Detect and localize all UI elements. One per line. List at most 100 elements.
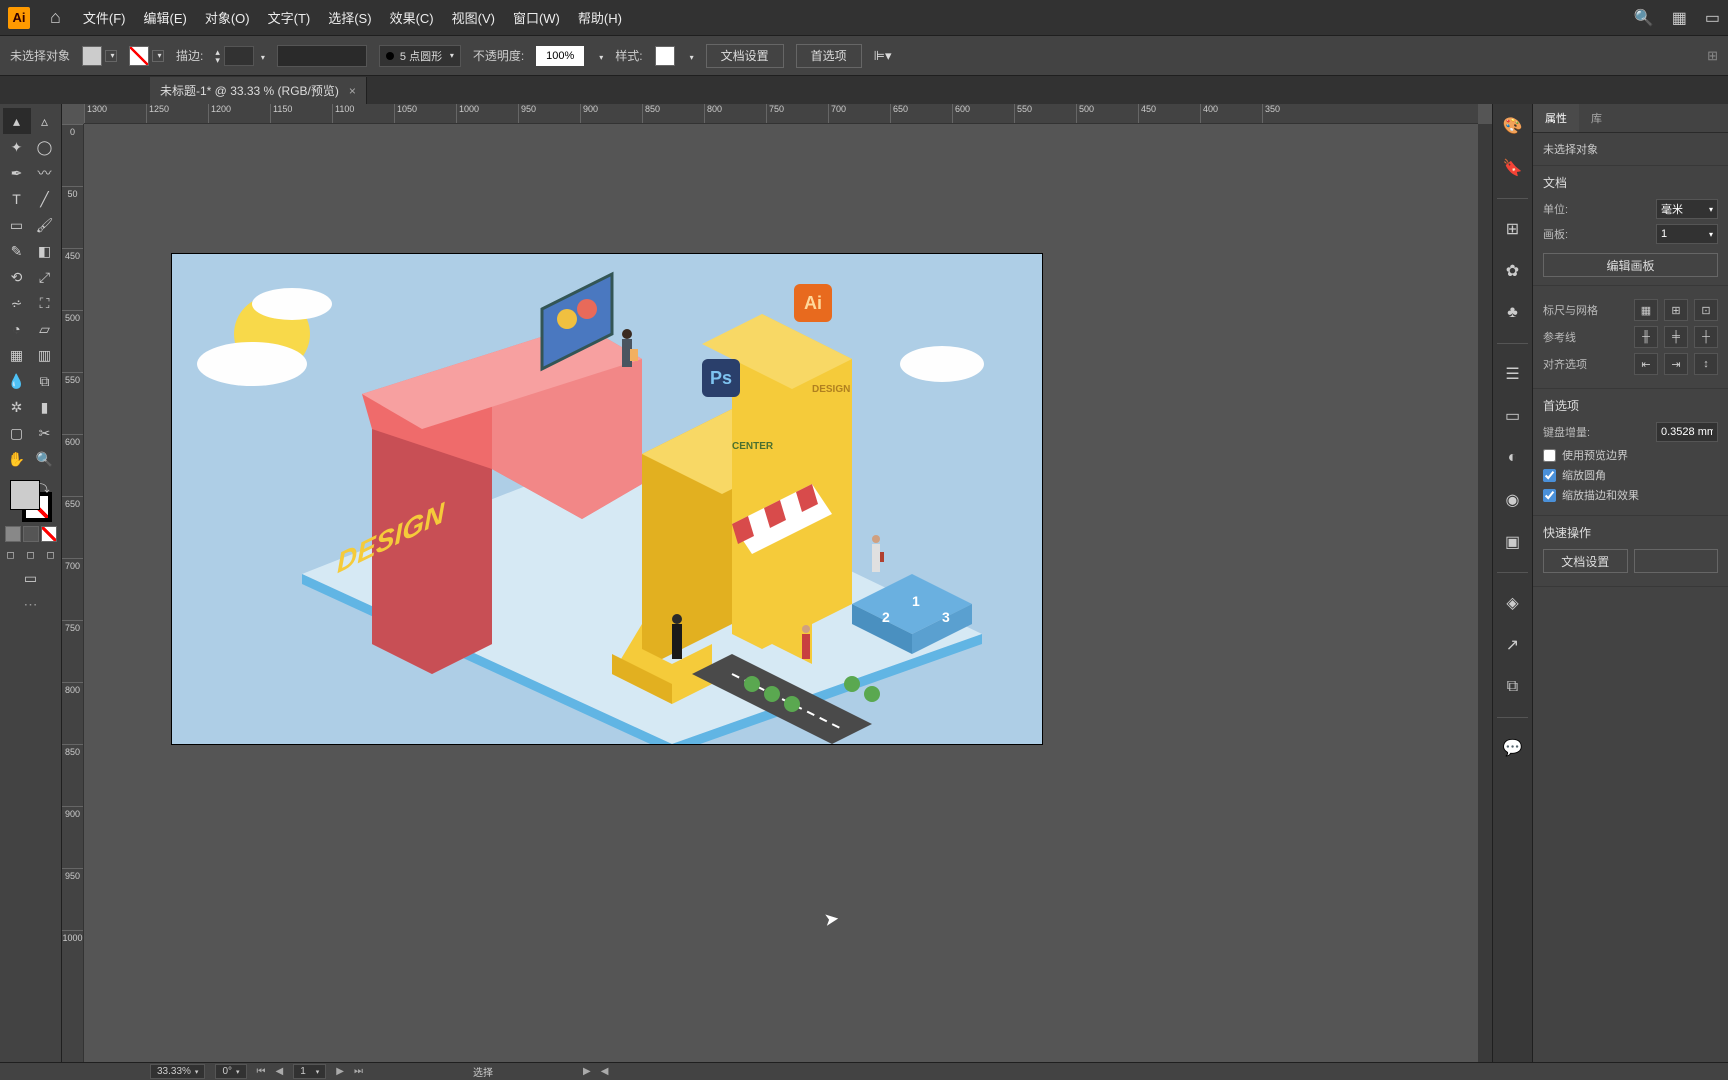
grid-toggle-icon[interactable]: ⊞	[1664, 299, 1688, 321]
style-drop[interactable]	[687, 49, 694, 63]
tab-properties[interactable]: 属性	[1533, 104, 1579, 132]
draw-behind-icon[interactable]: ◻	[22, 546, 40, 564]
transparency-panel-icon[interactable]: ◐	[1501, 446, 1525, 470]
artboard-tool[interactable]: ▢	[3, 420, 31, 446]
paintbrush-tool[interactable]: 🖌	[31, 212, 59, 238]
align-3-icon[interactable]: ↕	[1694, 353, 1718, 375]
preferences-button[interactable]: 首选项	[796, 44, 862, 68]
opacity-drop[interactable]	[596, 49, 603, 63]
layers-panel-icon[interactable]: ◈	[1501, 591, 1525, 615]
width-tool[interactable]: ⩫	[3, 290, 31, 316]
opacity-input[interactable]	[536, 46, 584, 66]
align-icon[interactable]: ⊫▾	[874, 48, 892, 64]
curvature-tool[interactable]: 〰	[31, 160, 59, 186]
magic-wand-tool[interactable]: ✦	[3, 134, 31, 160]
scale-strokes-checkbox[interactable]: 缩放描边和效果	[1543, 487, 1718, 503]
stroke-weight-input[interactable]	[224, 46, 254, 66]
swap-fill-stroke-icon[interactable]: ⤵	[40, 480, 50, 495]
vertical-scrollbar[interactable]	[1478, 124, 1492, 1062]
menu-edit[interactable]: 编辑(E)	[141, 4, 188, 31]
stroke-weight-drop[interactable]	[258, 49, 265, 63]
menu-object[interactable]: 对象(O)	[203, 4, 252, 31]
doc-setup-button[interactable]: 文档设置	[706, 44, 784, 68]
guides-show-icon[interactable]: ╫	[1634, 326, 1658, 348]
brushes-panel-icon[interactable]: ⊞	[1501, 217, 1525, 241]
asset-export-icon[interactable]: ↗	[1501, 633, 1525, 657]
column-graph-tool[interactable]: ▮	[31, 394, 59, 420]
menu-effect[interactable]: 效果(C)	[388, 4, 436, 31]
eyedropper-tool[interactable]: 💧	[3, 368, 31, 394]
gradient-mode-icon[interactable]	[23, 526, 39, 542]
edit-toolbar-icon[interactable]: ⋯	[24, 596, 38, 613]
zoom-field[interactable]: 33.33% ▾	[150, 1064, 205, 1079]
prev-artboard-icon[interactable]: ◀	[276, 1066, 284, 1077]
transform-panel-icon[interactable]: ⊞	[1707, 48, 1718, 64]
symbol-sprayer-tool[interactable]: ✲	[3, 394, 31, 420]
ruler-toggle-icon[interactable]: ▦	[1634, 299, 1658, 321]
keyboard-inc-input[interactable]	[1656, 422, 1718, 442]
mesh-tool[interactable]: ▦	[3, 342, 31, 368]
smart-guides-icon[interactable]: ┼	[1694, 326, 1718, 348]
stroke-dropdown[interactable]	[152, 50, 164, 62]
scale-tool[interactable]: ⤢	[31, 264, 59, 290]
menu-help[interactable]: 帮助(H)	[576, 4, 624, 31]
stroke-panel-icon[interactable]: ♣	[1501, 301, 1525, 325]
align-2-icon[interactable]: ⇥	[1664, 353, 1688, 375]
brush-select[interactable]: 5 点圆形 ▾	[379, 45, 461, 67]
rectangle-tool[interactable]: ▭	[3, 212, 31, 238]
pen-tool[interactable]: ✒	[3, 160, 31, 186]
direct-selection-tool[interactable]: ▵	[31, 108, 59, 134]
tab-library[interactable]: 库	[1579, 104, 1614, 132]
document-tab[interactable]: 未标题-1* @ 33.33 % (RGB/预览) ×	[150, 77, 367, 104]
blend-tool[interactable]: ⧉	[31, 368, 59, 394]
guides-lock-icon[interactable]: ╪	[1664, 326, 1688, 348]
appearance-panel-icon[interactable]: ◉	[1501, 488, 1525, 512]
selection-tool[interactable]: ▴	[3, 108, 31, 134]
menu-view[interactable]: 视图(V)	[450, 4, 497, 31]
graphic-styles-icon[interactable]: ▣	[1501, 530, 1525, 554]
arrange-icon[interactable]: ▦	[1672, 8, 1687, 28]
edit-artboard-button[interactable]: 编辑画板	[1543, 253, 1718, 277]
stroke-swatch[interactable]	[129, 46, 149, 66]
fill-stroke-control[interactable]: ⤵	[10, 480, 52, 522]
lasso-tool[interactable]: ◯	[31, 134, 59, 160]
rotate-tool[interactable]: ⟲	[3, 264, 31, 290]
fill-dropdown[interactable]	[105, 50, 117, 62]
variable-width-profile[interactable]	[277, 45, 367, 67]
gradient-panel-icon[interactable]: ▭	[1501, 404, 1525, 428]
type-tool[interactable]: T	[3, 186, 31, 212]
slice-tool[interactable]: ✂	[31, 420, 59, 446]
artboard-nav-field[interactable]: 1 ▾	[293, 1064, 326, 1079]
style-swatch[interactable]	[655, 46, 675, 66]
color-mode-icon[interactable]	[5, 526, 21, 542]
status-scroll-left-icon[interactable]: ◀	[601, 1066, 609, 1077]
ruler-vertical[interactable]: 0504505005506006507007508008509009501000	[62, 124, 84, 1062]
shape-builder-tool[interactable]: ◔	[3, 316, 31, 342]
artboard-select[interactable]: 1▾	[1656, 224, 1718, 244]
free-transform-tool[interactable]: ⛶	[31, 290, 59, 316]
menu-select[interactable]: 选择(S)	[326, 4, 373, 31]
snap-toggle-icon[interactable]: ⊡	[1694, 299, 1718, 321]
preview-bounds-checkbox[interactable]: 使用预览边界	[1543, 447, 1718, 463]
draw-inside-icon[interactable]: ◻	[42, 546, 60, 564]
ruler-horizontal[interactable]: 1300125012001150110010501000950900850800…	[84, 104, 1478, 124]
screen-mode-icon[interactable]: ▭	[18, 568, 44, 588]
symbols-panel-icon[interactable]: ✿	[1501, 259, 1525, 283]
hand-tool[interactable]: ✋	[3, 446, 31, 472]
units-select[interactable]: 毫米▾	[1656, 199, 1718, 219]
draw-normal-icon[interactable]: ◻	[2, 546, 20, 564]
first-artboard-icon[interactable]: ⏮	[257, 1066, 266, 1077]
next-artboard-icon[interactable]: ▶	[336, 1066, 344, 1077]
comments-panel-icon[interactable]: 💬	[1501, 736, 1525, 760]
scale-corners-checkbox[interactable]: 缩放圆角	[1543, 467, 1718, 483]
quick-doc-setup-button[interactable]: 文档设置	[1543, 549, 1628, 573]
artboards-panel-icon[interactable]: ⧉	[1501, 675, 1525, 699]
search-icon[interactable]: 🔍	[1634, 8, 1654, 28]
menu-type[interactable]: 文字(T)	[266, 4, 313, 31]
shaper-tool[interactable]: ✎	[3, 238, 31, 264]
stroke-stepper[interactable]: ▴▾	[215, 48, 220, 64]
none-mode-icon[interactable]	[41, 526, 57, 542]
rotation-field[interactable]: 0° ▾	[215, 1064, 246, 1079]
zoom-tool[interactable]: 🔍	[31, 446, 59, 472]
canvas[interactable]: Ps Ai	[84, 124, 1478, 1062]
